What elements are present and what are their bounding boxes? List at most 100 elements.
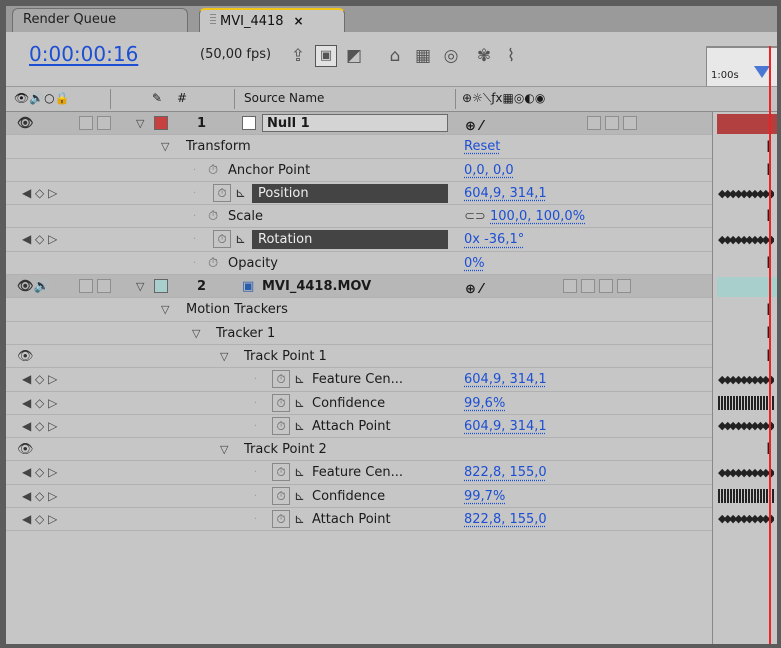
keyframe-navigator[interactable]: ◀ ◇ ▷: [22, 485, 57, 508]
property-value[interactable]: 604,9, 314,1: [464, 415, 547, 438]
switch-box[interactable]: [623, 116, 637, 130]
property-row[interactable]: ◀ ◇ ▷ · ⏱ ⊾ Feature Cen... 822,8, 155,0: [6, 461, 777, 485]
property-value[interactable]: 822,8, 155,0: [464, 461, 547, 484]
property-row[interactable]: ◀ ◇ ▷ · ⏱ ⊾ Position 604,9, 314,1: [6, 181, 777, 206]
tab-composition[interactable]: MVI_4418 ×: [199, 8, 345, 32]
column-number-header[interactable]: #: [177, 91, 187, 105]
property-row[interactable]: ◀ ◇ ▷ · ⏱ ⊾ Confidence 99,7%: [6, 484, 777, 509]
shy-switch[interactable]: [79, 116, 93, 130]
keyframe-navigator[interactable]: ◀ ◇ ▷: [22, 461, 57, 484]
keyframe-navigator[interactable]: ◀ ◇ ▷: [22, 392, 57, 415]
twirl-down-icon[interactable]: ▽: [220, 345, 228, 368]
keyframe-navigator[interactable]: ◀ ◇ ▷: [22, 415, 57, 438]
eye-icon[interactable]: 👁: [17, 112, 34, 135]
reset-link[interactable]: Reset: [464, 135, 500, 158]
keyframe-navigator[interactable]: ◀ ◇ ▷: [22, 508, 57, 531]
layer-duration-bar[interactable]: [717, 114, 777, 134]
graph-icon[interactable]: ⊾: [294, 485, 305, 508]
layer-row[interactable]: 👁 ▽ 1 Null 1 ⊕ ⁄: [6, 112, 777, 136]
keyframe-markers[interactable]: ◆◆◆◆◆◆◆◆◆◆◆◆: [718, 373, 774, 387]
stopwatch-icon[interactable]: ⏱: [272, 370, 290, 389]
comp-mini-flowchart-icon[interactable]: ⇪: [287, 45, 309, 67]
current-time-indicator-head[interactable]: [754, 66, 770, 78]
layer-switches[interactable]: ⊕ ⁄: [465, 278, 483, 297]
shy-switch[interactable]: [79, 279, 93, 294]
twirl-down-icon[interactable]: ▽: [136, 275, 144, 298]
stopwatch-icon[interactable]: ⏱: [272, 486, 290, 505]
graph-icon[interactable]: ⊾: [294, 461, 305, 484]
keyframe-markers[interactable]: ◆◆◆◆◆◆◆◆◆◆◆◆: [718, 466, 774, 480]
graph-icon[interactable]: ⊾: [294, 368, 305, 391]
switch-box[interactable]: [605, 116, 619, 130]
property-value[interactable]: 604,9, 314,1: [464, 182, 547, 205]
stopwatch-icon[interactable]: ⏱: [272, 463, 290, 482]
keyframe-markers[interactable]: [718, 396, 774, 410]
current-time-indicator-line[interactable]: [769, 46, 771, 644]
property-group-row[interactable]: 👁 ▽ Track Point 1: [6, 344, 777, 369]
keyframe-markers[interactable]: ◆◆◆◆◆◆◆◆◆◆◆◆: [718, 419, 774, 433]
switch-box[interactable]: [587, 116, 601, 130]
stopwatch-icon[interactable]: ⏱: [213, 183, 231, 202]
graph-icon[interactable]: ⊾: [235, 182, 246, 205]
keyframe-markers[interactable]: ◆◆◆◆◆◆◆◆◆◆◆◆: [718, 512, 774, 526]
stopwatch-icon[interactable]: ⏱: [208, 159, 218, 182]
twirl-down-icon[interactable]: ▽: [220, 438, 228, 461]
keyframe-markers[interactable]: ◆◆◆◆◆◆◆◆◆◆◆◆: [718, 187, 774, 201]
stopwatch-icon[interactable]: ⏱: [208, 205, 218, 228]
property-row[interactable]: ◀ ◇ ▷ · ⏱ ⊾ Attach Point 604,9, 314,1: [6, 414, 777, 439]
hide-shy-layers-icon[interactable]: ⌂: [384, 45, 406, 67]
property-row[interactable]: ◀ ◇ ▷ · ⏱ ⊾ Attach Point 822,8, 155,0: [6, 508, 777, 532]
graph-icon[interactable]: ⊾: [294, 415, 305, 438]
layer-name[interactable]: Null 1: [262, 114, 448, 132]
brainstorm-icon[interactable]: ✾: [473, 45, 495, 67]
current-time-display[interactable]: 0:00:00:16: [29, 42, 138, 66]
label-column-icon[interactable]: ✎: [152, 91, 162, 105]
property-value[interactable]: 100,0, 100,0%: [490, 205, 585, 228]
stopwatch-icon[interactable]: ⏱: [272, 393, 290, 412]
stopwatch-icon[interactable]: ⏱: [213, 230, 231, 249]
eye-icon[interactable]: 👁: [17, 345, 34, 368]
graph-icon[interactable]: ⊾: [294, 392, 305, 415]
switch-box[interactable]: [599, 279, 613, 294]
stopwatch-icon[interactable]: ⏱: [272, 510, 290, 529]
label-color-chip[interactable]: [154, 116, 168, 130]
property-row[interactable]: · ⏱ Opacity 0%: [6, 251, 777, 276]
twirl-down-icon[interactable]: ▽: [136, 112, 144, 135]
graph-icon[interactable]: ⊾: [235, 228, 246, 251]
keyframe-markers[interactable]: [718, 489, 774, 503]
property-row[interactable]: · ⏱ Anchor Point 0,0, 0,0: [6, 158, 777, 182]
property-group-row[interactable]: ▽ Tracker 1: [6, 321, 777, 345]
eye-icon[interactable]: 👁: [17, 438, 34, 461]
motion-blur-icon[interactable]: ◎: [440, 45, 462, 67]
keyframe-navigator[interactable]: ◀ ◇ ▷: [22, 228, 57, 251]
layer-duration-bar[interactable]: [717, 277, 777, 297]
layer-name[interactable]: MVI_4418.MOV: [262, 275, 371, 298]
switch-box[interactable]: [617, 279, 631, 294]
layer-switches[interactable]: ⊕ ⁄: [465, 115, 483, 134]
column-source-name-header[interactable]: Source Name: [244, 91, 324, 105]
twirl-down-icon[interactable]: ▽: [161, 298, 169, 321]
property-value[interactable]: 822,8, 155,0: [464, 508, 547, 531]
keyframe-navigator[interactable]: ◀ ◇ ▷: [22, 182, 57, 205]
close-icon[interactable]: ×: [294, 14, 304, 28]
drag-grip-icon[interactable]: [210, 14, 216, 26]
property-row[interactable]: · ⏱ Scale ⊂⊃ 100,0, 100,0%: [6, 205, 777, 229]
keyframe-markers[interactable]: ◆◆◆◆◆◆◆◆◆◆◆◆: [718, 233, 774, 247]
property-group-row[interactable]: ▽ Motion Trackers: [6, 298, 777, 322]
live-update-icon[interactable]: ▣: [315, 45, 337, 67]
twirl-down-icon[interactable]: ▽: [161, 135, 169, 158]
constrain-proportions-icon[interactable]: ⊂⊃: [464, 205, 486, 228]
keyframe-navigator[interactable]: ◀ ◇ ▷: [22, 368, 57, 391]
frame-blending-icon[interactable]: ▦: [412, 45, 434, 67]
property-value[interactable]: 0,0, 0,0: [464, 159, 514, 182]
property-value[interactable]: 0x -36,1°: [464, 228, 524, 251]
graph-editor-icon[interactable]: ⌇: [500, 45, 522, 67]
tab-render-queue[interactable]: Render Queue: [12, 8, 188, 32]
property-value[interactable]: 0%: [464, 252, 485, 275]
graph-icon[interactable]: ⊾: [294, 508, 305, 531]
stopwatch-icon[interactable]: ⏱: [208, 252, 218, 275]
property-group-row[interactable]: ▽ Transform Reset: [6, 135, 777, 159]
property-value[interactable]: 99,7%: [464, 485, 505, 508]
property-row[interactable]: ◀ ◇ ▷ · ⏱ ⊾ Feature Cen... 604,9, 314,1: [6, 368, 777, 392]
property-value[interactable]: 99,6%: [464, 392, 505, 415]
